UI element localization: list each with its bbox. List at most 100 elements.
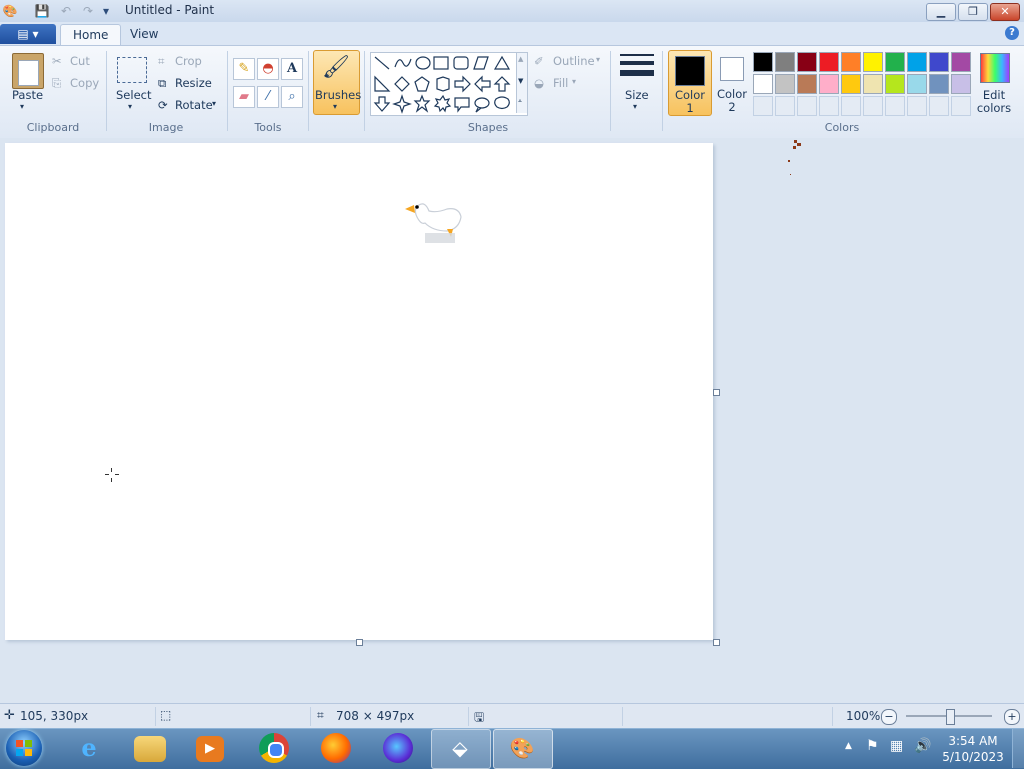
- edit-colors-button-line2[interactable]: colors: [970, 101, 1018, 115]
- color-swatch[interactable]: [775, 52, 795, 72]
- color-swatch[interactable]: [841, 52, 861, 72]
- color-swatch[interactable]: [907, 52, 927, 72]
- color-swatch[interactable]: [863, 52, 883, 72]
- action-center-flag-icon[interactable]: ⚑: [866, 738, 879, 754]
- eraser-icon[interactable]: ▰: [233, 86, 255, 108]
- crop-button[interactable]: Crop: [175, 54, 202, 68]
- help-icon[interactable]: ?: [1005, 26, 1019, 40]
- color-swatch[interactable]: [819, 74, 839, 94]
- custom-color-slot[interactable]: [863, 96, 883, 116]
- color1-button[interactable]: Color 1: [668, 50, 712, 116]
- color-swatch[interactable]: [753, 74, 773, 94]
- color2-button[interactable]: Color 2: [713, 50, 751, 114]
- shapes-gallery: [370, 52, 528, 116]
- paste-button[interactable]: Paste: [12, 88, 43, 102]
- color-swatch[interactable]: [929, 74, 949, 94]
- color-swatch[interactable]: [951, 52, 971, 72]
- custom-color-slot[interactable]: [951, 96, 971, 116]
- select-dropdown-icon[interactable]: ▾: [128, 102, 132, 111]
- magnifier-icon[interactable]: ⌕: [281, 86, 303, 108]
- color-swatch[interactable]: [841, 74, 861, 94]
- custom-color-slot[interactable]: [885, 96, 905, 116]
- cut-button[interactable]: Cut: [70, 54, 90, 68]
- rotate-dropdown-icon[interactable]: ▾: [212, 99, 216, 108]
- file-explorer-icon[interactable]: [134, 736, 166, 762]
- brushes-dropdown-icon: ▾: [333, 102, 338, 111]
- outline-button[interactable]: Outline: [553, 54, 595, 68]
- firefox-icon[interactable]: [321, 733, 351, 763]
- edit-colors-icon[interactable]: [980, 53, 1010, 83]
- color-swatch[interactable]: [885, 74, 905, 94]
- color-swatch[interactable]: [929, 52, 949, 72]
- paste-dropdown-icon[interactable]: ▾: [20, 102, 24, 111]
- show-hidden-icons-icon[interactable]: ▲: [845, 741, 852, 751]
- color-swatch[interactable]: [819, 52, 839, 72]
- paint-menu-button[interactable]: ▤ ▾: [0, 24, 56, 44]
- size-button[interactable]: Size: [625, 88, 649, 102]
- custom-color-slot[interactable]: [775, 96, 795, 116]
- color-swatch[interactable]: [863, 74, 883, 94]
- system-clock[interactable]: 3:54 AM 5/10/2023: [940, 733, 1006, 765]
- shapes-icons[interactable]: [371, 53, 527, 115]
- title-bar: 🎨 💾 ↶ ↷ ▾ Untitled - Paint ▁ ❐ ✕: [0, 0, 1024, 23]
- color-swatch[interactable]: [907, 74, 927, 94]
- brushes-button[interactable]: 🖌 Brushes ▾: [313, 50, 361, 115]
- paint-taskbar-icon[interactable]: 🎨: [507, 733, 537, 763]
- size-icon[interactable]: [620, 54, 654, 82]
- custom-color-slot[interactable]: [797, 96, 817, 116]
- custom-color-slot[interactable]: [929, 96, 949, 116]
- start-button[interactable]: [6, 730, 42, 766]
- paint-app-icon[interactable]: 🎨: [2, 3, 18, 19]
- volume-icon[interactable]: 🔊: [914, 738, 931, 754]
- redo-icon[interactable]: ↷: [80, 3, 96, 19]
- zoom-in-button[interactable]: +: [1004, 709, 1020, 725]
- pencil-icon[interactable]: ✎: [233, 58, 255, 80]
- paste-icon[interactable]: [12, 53, 44, 89]
- text-tool-icon[interactable]: A: [281, 58, 303, 80]
- color-picker-icon[interactable]: ⁄: [257, 86, 279, 108]
- color-swatch[interactable]: [797, 74, 817, 94]
- rotate-button[interactable]: Rotate: [175, 98, 213, 112]
- tab-view[interactable]: View: [118, 24, 170, 45]
- fill-button[interactable]: Fill: [553, 76, 568, 90]
- drawing-canvas[interactable]: [5, 143, 713, 640]
- firefox-nightly-icon[interactable]: [383, 733, 413, 763]
- custom-color-slot[interactable]: [753, 96, 773, 116]
- chrome-icon[interactable]: [259, 733, 289, 763]
- customize-quick-access-icon[interactable]: ▾: [98, 3, 114, 19]
- save-icon[interactable]: 💾: [34, 3, 50, 19]
- canvas-resize-handle-corner[interactable]: [713, 639, 720, 646]
- size-dropdown-icon[interactable]: ▾: [633, 102, 637, 111]
- custom-color-slot[interactable]: [841, 96, 861, 116]
- copy-button[interactable]: Copy: [70, 76, 99, 90]
- resize-button[interactable]: Resize: [175, 76, 212, 90]
- color-swatch[interactable]: [885, 52, 905, 72]
- network-icon[interactable]: ▦: [890, 738, 903, 754]
- zoom-out-button[interactable]: −: [881, 709, 897, 725]
- canvas-resize-handle-right[interactable]: [713, 389, 720, 396]
- minimize-button[interactable]: ▁: [926, 3, 956, 21]
- fill-bucket-icon[interactable]: ◓: [257, 58, 279, 80]
- color-swatch[interactable]: [951, 74, 971, 94]
- media-player-icon[interactable]: ▶: [196, 736, 224, 762]
- internet-explorer-icon[interactable]: e: [74, 733, 104, 763]
- close-button[interactable]: ✕: [990, 3, 1020, 21]
- custom-color-slot[interactable]: [819, 96, 839, 116]
- edit-colors-button[interactable]: Edit: [970, 88, 1018, 102]
- shapes-scrollbar[interactable]: ▲ ▼ ⩡: [516, 53, 527, 113]
- color-swatch[interactable]: [753, 52, 773, 72]
- canvas-resize-handle-bottom[interactable]: [356, 639, 363, 646]
- color-swatch[interactable]: [775, 74, 795, 94]
- select-icon[interactable]: [117, 57, 147, 83]
- group-label-colors: Colors: [824, 121, 860, 134]
- restore-button[interactable]: ❐: [958, 3, 988, 21]
- tab-home[interactable]: Home: [60, 24, 122, 46]
- undo-icon[interactable]: ↶: [58, 3, 74, 19]
- zoom-slider-thumb[interactable]: [946, 709, 955, 725]
- 3d-blocks-app-icon[interactable]: ⬙: [445, 733, 475, 763]
- show-desktop-button[interactable]: [1012, 729, 1024, 768]
- group-divider: [308, 51, 309, 131]
- select-button[interactable]: Select: [116, 88, 151, 102]
- color-swatch[interactable]: [797, 52, 817, 72]
- custom-color-slot[interactable]: [907, 96, 927, 116]
